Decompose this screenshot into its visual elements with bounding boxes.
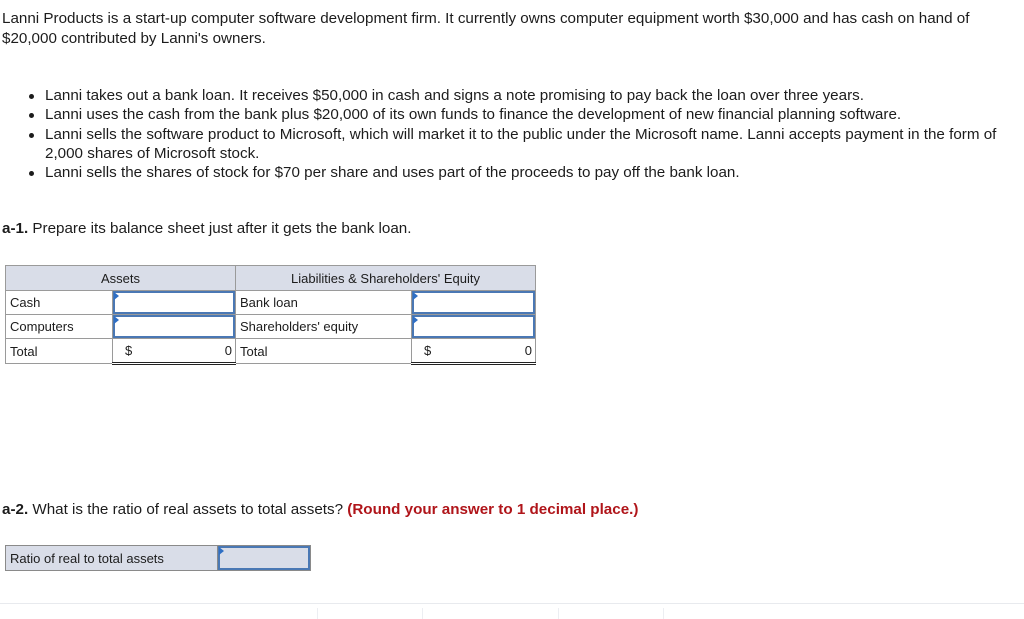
- liabilities-total-value: $ 0: [411, 338, 536, 365]
- assets-header: Assets: [5, 265, 236, 291]
- bank-loan-input[interactable]: [411, 290, 536, 315]
- currency-symbol: $: [125, 343, 133, 358]
- assets-total-amount: 0: [224, 343, 232, 358]
- balance-sheet-table: Assets Liabilities & Shareholders' Equit…: [5, 265, 536, 365]
- computers-label: Computers: [5, 314, 113, 339]
- question-a2-label: a-2.: [2, 501, 29, 518]
- rounding-hint: (Round your answer to 1 decimal place.): [347, 501, 639, 518]
- input-flag-icon: [114, 292, 119, 300]
- footer-divider-tick: [422, 608, 423, 619]
- list-item: Lanni sells the software product to Micr…: [29, 125, 1010, 164]
- table-row: Computers Shareholders' equity: [5, 314, 536, 339]
- ratio-input[interactable]: [217, 545, 311, 571]
- question-a2-text: What is the ratio of real assets to tota…: [28, 501, 348, 518]
- computers-input-box[interactable]: [113, 315, 235, 338]
- input-flag-icon: [413, 292, 418, 300]
- footer-divider-tick: [558, 608, 559, 619]
- list-item: Lanni uses the cash from the bank plus $…: [29, 105, 1010, 124]
- liabilities-equity-header: Liabilities & Shareholders' Equity: [235, 265, 536, 291]
- assets-total-value: $ 0: [112, 338, 236, 365]
- cash-input[interactable]: [112, 290, 236, 315]
- question-a1-text: Prepare its balance sheet just after it …: [28, 220, 412, 237]
- liabilities-total-amount: 0: [524, 343, 532, 358]
- table-row: Ratio of real to total assets: [5, 545, 311, 571]
- assets-total-label: Total: [5, 338, 113, 364]
- currency-symbol: $: [424, 343, 432, 358]
- question-a1-label: a-1.: [2, 220, 29, 237]
- ratio-label: Ratio of real to total assets: [5, 545, 218, 571]
- transaction-list: Lanni takes out a bank loan. It receives…: [0, 86, 1010, 182]
- bank-loan-input-box[interactable]: [412, 291, 535, 314]
- ratio-table: Ratio of real to total assets: [5, 545, 311, 571]
- bank-loan-label: Bank loan: [235, 290, 412, 315]
- cash-label: Cash: [5, 290, 113, 315]
- table-header-row: Assets Liabilities & Shareholders' Equit…: [5, 265, 536, 291]
- problem-intro: Lanni Products is a start-up computer so…: [2, 10, 970, 47]
- footer-divider-tick: [663, 608, 664, 619]
- table-row: Cash Bank loan: [5, 290, 536, 315]
- computers-input[interactable]: [112, 314, 236, 339]
- ratio-input-box[interactable]: [218, 546, 310, 570]
- list-item: Lanni takes out a bank loan. It receives…: [29, 86, 1010, 105]
- list-item: Lanni sells the shares of stock for $70 …: [29, 163, 1010, 182]
- shareholders-equity-label: Shareholders' equity: [235, 314, 412, 339]
- question-a2: a-2. What is the ratio of real assets to…: [2, 500, 638, 519]
- shareholders-equity-input-box[interactable]: [412, 315, 535, 338]
- input-flag-icon: [114, 316, 119, 324]
- input-flag-icon: [219, 547, 224, 555]
- table-total-row: Total $ 0 Total $ 0: [5, 338, 536, 365]
- footer-divider: [0, 603, 1024, 604]
- liabilities-total-label: Total: [235, 338, 412, 364]
- cash-input-box[interactable]: [113, 291, 235, 314]
- footer-divider-tick: [317, 608, 318, 619]
- question-a1: a-1. Prepare its balance sheet just afte…: [2, 219, 411, 238]
- input-flag-icon: [413, 316, 418, 324]
- shareholders-equity-input[interactable]: [411, 314, 536, 339]
